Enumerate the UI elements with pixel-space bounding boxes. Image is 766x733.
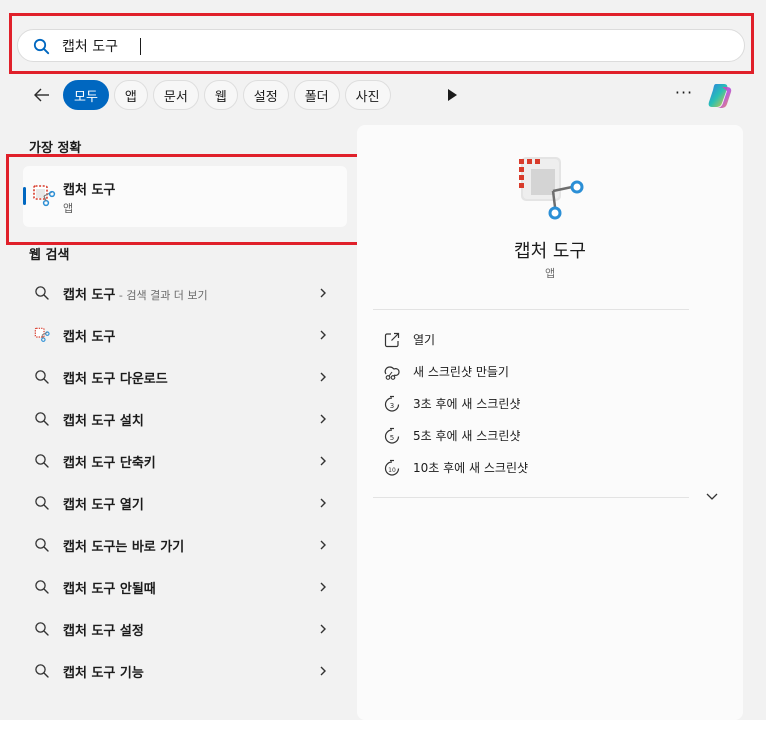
web-search-item[interactable]: 캡처 도구는 바로 가기 (23, 524, 347, 566)
best-match-heading: 가장 정확 (29, 141, 82, 156)
chevron-right-icon (320, 288, 326, 298)
web-search-item[interactable]: 캡처 도구 기능 (23, 650, 347, 692)
text-caret (140, 38, 141, 55)
best-match-subtitle: 앱 (63, 202, 74, 215)
action-label: 3초 후에 새 스크린샷 (413, 396, 521, 411)
timer-5-icon: 5 (384, 427, 400, 444)
search-icon (35, 538, 49, 552)
chevron-right-icon (320, 372, 326, 382)
snipping-tool-icon (33, 185, 56, 207)
search-box[interactable] (17, 29, 745, 62)
search-icon (35, 412, 49, 426)
svg-text:3: 3 (390, 402, 394, 410)
back-arrow-icon (34, 88, 49, 102)
chevron-right-icon (320, 414, 326, 424)
web-search-text: 캡처 도구 기능 (63, 665, 144, 681)
snipping-tool-large-icon (519, 157, 584, 220)
action-label: 10초 후에 새 스크린샷 (413, 460, 529, 475)
chevron-right-icon (320, 582, 326, 592)
chevron-right-icon (320, 330, 326, 340)
web-search-item[interactable]: 캡처 도구 단축키 (23, 440, 347, 482)
web-search-item[interactable]: 캡처 도구 (23, 314, 347, 356)
filter-chip-documents[interactable]: 문서 (152, 80, 199, 110)
web-search-item[interactable]: 캡처 도구 다운로드 (23, 356, 347, 398)
filter-chip-photos[interactable]: 사진 (344, 80, 391, 110)
web-search-text: 캡처 도구 단축키 (63, 455, 156, 471)
web-search-suffix: - 검색 결과 더 보기 (115, 288, 208, 302)
filter-chips: 모두 앱 문서 웹 설정 폴더 사진 (63, 80, 391, 110)
web-search-item[interactable]: 캡처 도구 설정 (23, 608, 347, 650)
search-icon (35, 286, 49, 300)
start-search-window: 모두 앱 문서 웹 설정 폴더 사진 ··· 가장 정확 (0, 0, 766, 733)
web-search-heading: 웹 검색 (29, 248, 70, 263)
web-search-text: 캡처 도구 (63, 329, 116, 345)
web-search-text: 캡처 도구 다운로드 (63, 371, 168, 387)
open-external-icon (384, 332, 400, 348)
web-search-item[interactable]: 캡처 도구 설치 (23, 398, 347, 440)
search-icon (35, 622, 49, 636)
selection-indicator (23, 187, 26, 205)
web-search-item[interactable]: 캡처 도구 - 검색 결과 더 보기 (23, 272, 347, 314)
action-snip-5s[interactable]: 5 5초 후에 새 스크린샷 (381, 419, 721, 451)
detail-subtitle: 앱 (544, 267, 556, 280)
search-icon (35, 580, 49, 594)
detail-panel: 캡처 도구 앱 열기 새 스크린샷 만들기 3 3초 후에 새 스크린샷 5 5… (357, 125, 743, 720)
action-label: 새 스크린샷 만들기 (413, 364, 509, 379)
svg-text:10: 10 (388, 467, 396, 474)
divider (373, 309, 689, 310)
web-search-item[interactable]: 캡처 도구 안될때 (23, 566, 347, 608)
snip-icon (384, 366, 400, 380)
action-label: 5초 후에 새 스크린샷 (413, 428, 521, 443)
search-icon (35, 496, 49, 510)
action-snip-3s[interactable]: 3 3초 후에 새 스크린샷 (381, 387, 721, 419)
chevron-right-icon (320, 666, 326, 676)
search-icon (35, 664, 49, 678)
chevron-right-icon (320, 624, 326, 634)
timer-10-icon: 10 (384, 459, 400, 476)
web-search-item[interactable]: 캡처 도구 열기 (23, 482, 347, 524)
timer-3-icon: 3 (384, 395, 400, 412)
detail-actions: 열기 새 스크린샷 만들기 3 3초 후에 새 스크린샷 5 5초 후에 새 스… (381, 323, 721, 483)
best-match-title: 캡처 도구 (63, 183, 116, 198)
best-match-item[interactable]: 캡처 도구 앱 (23, 166, 347, 227)
web-search-list: 캡처 도구 - 검색 결과 더 보기 캡처 도구 캡처 도구 다운로드 캡처 도… (23, 272, 347, 692)
web-search-text: 캡처 도구 안될때 (63, 581, 156, 597)
play-icon[interactable] (443, 86, 461, 104)
search-icon (35, 370, 49, 384)
back-button[interactable] (28, 83, 56, 107)
search-icon (35, 454, 49, 468)
snipping-tool-icon (34, 327, 50, 342)
web-search-text: 캡처 도구 - 검색 결과 더 보기 (63, 287, 208, 303)
filter-chip-apps[interactable]: 앱 (113, 80, 148, 110)
action-open[interactable]: 열기 (381, 323, 721, 355)
filter-chip-settings[interactable]: 설정 (242, 80, 289, 110)
web-search-text: 캡처 도구 설치 (63, 413, 144, 429)
action-snip-10s[interactable]: 10 10초 후에 새 스크린샷 (381, 451, 721, 483)
web-search-text: 캡처 도구 열기 (63, 497, 144, 513)
web-search-text: 캡처 도구는 바로 가기 (63, 539, 185, 555)
search-input[interactable] (62, 33, 722, 59)
divider (373, 497, 689, 498)
svg-text:5: 5 (390, 434, 394, 442)
filter-chip-folders[interactable]: 폴더 (293, 80, 340, 110)
chevron-right-icon (320, 456, 326, 466)
action-new-snip[interactable]: 새 스크린샷 만들기 (381, 355, 721, 387)
copilot-icon[interactable] (707, 80, 739, 110)
chevron-right-icon (320, 540, 326, 550)
filter-chip-web[interactable]: 웹 (203, 80, 238, 110)
search-icon (33, 38, 50, 55)
web-search-text: 캡처 도구 설정 (63, 623, 144, 639)
filter-chip-all[interactable]: 모두 (63, 80, 109, 110)
more-options-button[interactable]: ··· (672, 85, 696, 105)
chevron-right-icon (320, 498, 326, 508)
chevron-down-icon[interactable] (703, 490, 721, 504)
action-label: 열기 (413, 332, 436, 347)
detail-title: 캡처 도구 (514, 241, 586, 262)
